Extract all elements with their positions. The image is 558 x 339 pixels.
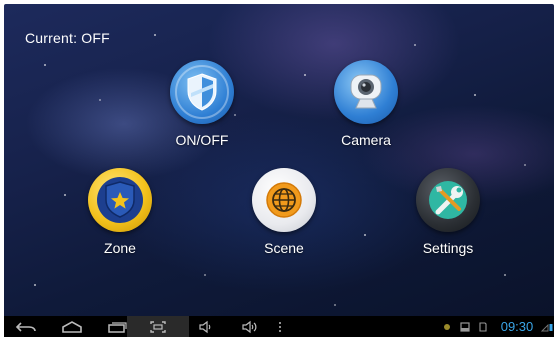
home-screen: Current: OFF ON/OFF Camera Zone Scene Se… [4, 4, 554, 335]
scene-label: Scene [264, 240, 304, 256]
zone-button[interactable]: Zone [65, 168, 175, 256]
globe-icon [252, 168, 316, 232]
settings-label: Settings [422, 240, 474, 256]
zone-label: Zone [104, 240, 136, 256]
menu-dots-icon [279, 321, 281, 332]
clock[interactable]: 09:30 [495, 316, 539, 337]
settings-button[interactable]: Settings [393, 168, 503, 256]
back-button[interactable] [10, 316, 42, 337]
screenshot-button[interactable] [142, 316, 174, 337]
volume-down-icon [199, 320, 211, 333]
tools-icon [416, 168, 480, 232]
shield-icon [170, 60, 234, 124]
recent-apps-button[interactable] [101, 316, 133, 337]
camera-button[interactable]: Camera [311, 60, 421, 148]
volume-up-button[interactable] [236, 316, 264, 337]
back-icon [15, 321, 36, 332]
scene-button[interactable]: Scene [229, 168, 339, 256]
screen-notification-icon[interactable] [458, 316, 472, 337]
webcam-icon [334, 60, 398, 124]
notification-icon[interactable] [440, 316, 454, 337]
navigation-bar: 09:30 [4, 316, 554, 337]
camera-label: Camera [341, 132, 391, 148]
clock-time: 09:30 [500, 319, 534, 334]
volume-up-icon [242, 320, 257, 333]
onoff-button[interactable]: ON/OFF [147, 60, 257, 148]
menu-button[interactable] [272, 316, 288, 337]
screenshot-icon [150, 320, 166, 333]
onoff-label: ON/OFF [175, 132, 229, 148]
home-button[interactable] [56, 316, 88, 337]
badge-star-icon [88, 168, 152, 232]
current-status-text: Current: OFF [25, 30, 110, 46]
recent-apps-icon [108, 321, 127, 333]
home-icon [62, 320, 82, 333]
signal-battery-icon [540, 316, 554, 337]
sd-card-icon [476, 316, 490, 337]
volume-down-button[interactable] [192, 316, 220, 337]
